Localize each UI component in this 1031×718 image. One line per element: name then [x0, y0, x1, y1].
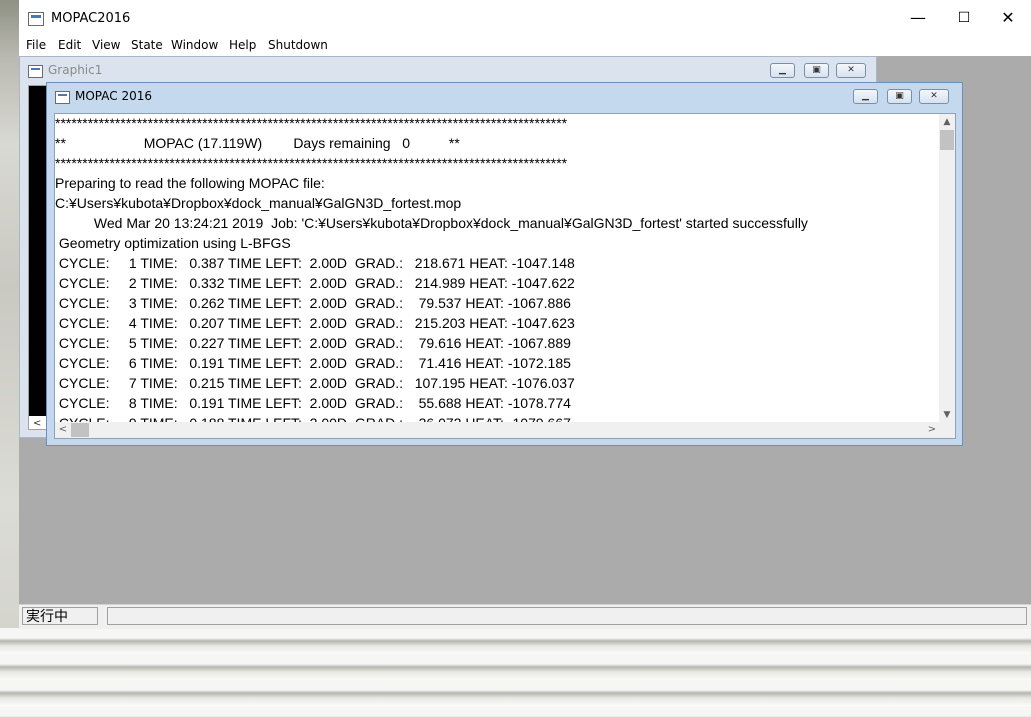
console-line: CYCLE: 6 TIME: 0.191 TIME LEFT: 2.00D GR…: [55, 355, 571, 371]
minimize-button[interactable]: —: [895, 0, 941, 36]
console-line: CYCLE: 8 TIME: 0.191 TIME LEFT: 2.00D GR…: [55, 395, 571, 411]
menu-edit[interactable]: Edit: [58, 38, 81, 52]
status-state: 実行中: [22, 607, 98, 625]
mopac-maximize-button[interactable]: ▣: [887, 89, 912, 104]
console-line: CYCLE: 7 TIME: 0.215 TIME LEFT: 2.00D GR…: [55, 375, 575, 391]
menu-view[interactable]: View: [92, 38, 120, 52]
menu-window[interactable]: Window: [171, 38, 218, 52]
console-line: ** MOPAC (17.119W) Days remaining 0 **: [55, 135, 460, 151]
console-line: ****************************************…: [55, 155, 568, 171]
menu-shutdown[interactable]: Shutdown: [268, 38, 328, 52]
console-line: C:¥Users¥kubota¥Dropbox¥dock_manual¥GalG…: [55, 195, 462, 211]
horizontal-scroll-thumb[interactable]: [71, 423, 89, 437]
mopac-close-button[interactable]: ✕: [919, 89, 949, 104]
graphic-window-titlebar[interactable]: Graphic1 ▁ ▣ ✕: [20, 57, 876, 83]
console-line: CYCLE: 2 TIME: 0.332 TIME LEFT: 2.00D GR…: [55, 275, 575, 291]
mopac-minimize-button[interactable]: ▁: [853, 89, 878, 104]
status-bar: 実行中: [19, 604, 1031, 629]
mopac-console-window[interactable]: MOPAC 2016 ▁ ▣ ✕ ***********************…: [46, 82, 963, 446]
status-message: [107, 607, 1027, 625]
menu-state[interactable]: State: [131, 38, 163, 52]
console-output[interactable]: ****************************************…: [54, 113, 956, 439]
graphic-close-button[interactable]: ✕: [836, 63, 866, 78]
console-line: CYCLE: 1 TIME: 0.387 TIME LEFT: 2.00D GR…: [55, 255, 575, 271]
menu-bar: File Edit View State Window Help Shutdow…: [19, 36, 1031, 56]
console-line: CYCLE: 3 TIME: 0.262 TIME LEFT: 2.00D GR…: [55, 295, 571, 311]
mopac-window-title: MOPAC 2016: [75, 89, 152, 103]
graphic-render-area: [29, 86, 47, 416]
app-icon: [28, 12, 44, 26]
console-line: Wed Mar 20 13:24:21 2019 Job: 'C:¥Users¥…: [55, 215, 808, 231]
vertical-scroll-thumb[interactable]: [940, 130, 954, 150]
scroll-right-arrow-icon[interactable]: >: [924, 422, 940, 438]
scroll-up-arrow-icon[interactable]: ▲: [939, 114, 955, 130]
console-line: CYCLE: 5 TIME: 0.227 TIME LEFT: 2.00D GR…: [55, 335, 571, 351]
desktop-background-bottom: [0, 628, 1031, 718]
mopac-window-titlebar[interactable]: MOPAC 2016 ▁ ▣ ✕: [47, 83, 962, 109]
console-line: ****************************************…: [55, 115, 568, 131]
graphic-window-icon: [28, 65, 43, 78]
scrollbar-corner: [939, 422, 955, 438]
graphic-maximize-button[interactable]: ▣: [804, 63, 829, 78]
scroll-left-arrow-icon[interactable]: <: [55, 422, 71, 438]
graphic-minimize-button[interactable]: ▁: [770, 63, 795, 78]
mopac-window-icon: [55, 91, 70, 104]
scroll-down-arrow-icon[interactable]: ▼: [939, 407, 955, 423]
console-line: CYCLE: 4 TIME: 0.207 TIME LEFT: 2.00D GR…: [55, 315, 575, 331]
scroll-left-arrow-icon[interactable]: <: [33, 418, 41, 429]
console-text-area: ****************************************…: [55, 114, 940, 423]
vertical-scrollbar[interactable]: ▲ ▼: [939, 114, 955, 423]
window-title: MOPAC2016: [51, 11, 131, 26]
menu-file[interactable]: File: [26, 38, 46, 52]
menu-help[interactable]: Help: [229, 38, 256, 52]
horizontal-scrollbar[interactable]: < >: [55, 422, 940, 438]
maximize-button[interactable]: ☐: [941, 0, 987, 36]
console-line: Geometry optimization using L-BFGS: [55, 235, 291, 251]
graphic-window-title: Graphic1: [48, 63, 103, 77]
console-line: Preparing to read the following MOPAC fi…: [55, 175, 325, 191]
title-bar[interactable]: MOPAC2016 — ☐ ✕: [19, 0, 1031, 36]
close-button[interactable]: ✕: [985, 0, 1031, 36]
